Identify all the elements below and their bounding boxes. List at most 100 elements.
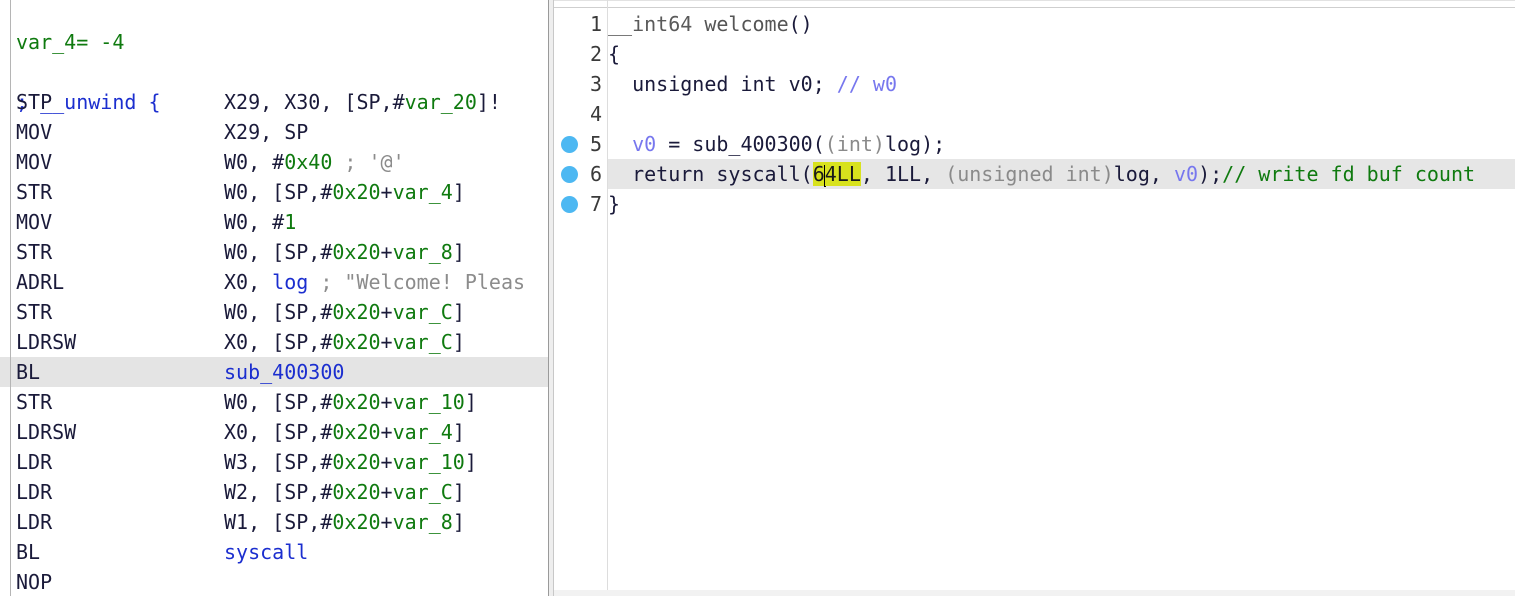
operand-token: X0, [SP,# bbox=[224, 330, 333, 354]
pseudocode-line[interactable]: 7} bbox=[554, 189, 1515, 219]
operand-token: W1, [SP,# bbox=[224, 510, 333, 534]
disasm-line[interactable]: LDRSW X0, [SP,#0x20+var_C] bbox=[0, 327, 548, 357]
code-token: () bbox=[788, 12, 813, 36]
disasm-line[interactable]: MOV W0, #0x40 ; '@' bbox=[0, 147, 548, 177]
disasm-line[interactable]: STR W0, [SP,#0x20+var_8] bbox=[0, 237, 548, 267]
code-text[interactable] bbox=[608, 99, 1515, 129]
instruction-operands: W0, #0x40 ; '@' bbox=[224, 147, 405, 177]
instruction-operands: W2, [SP,#0x20+var_C] bbox=[224, 477, 465, 507]
operand-token: + bbox=[380, 330, 393, 354]
code-token: log, bbox=[1113, 162, 1174, 186]
search-highlight: 4 bbox=[824, 162, 837, 186]
instruction-mnemonic: ADRL bbox=[16, 270, 65, 294]
operand-token: 0x20 bbox=[332, 240, 381, 264]
code-text[interactable]: return syscall(64LL, 1LL, (unsigned int)… bbox=[608, 159, 1515, 189]
instruction-operands: W0, [SP,#0x20+var_4] bbox=[224, 177, 465, 207]
disasm-line[interactable]: MOV X29, SP bbox=[0, 117, 548, 147]
operand-token: ]! bbox=[476, 90, 501, 114]
operand-token: + bbox=[380, 480, 393, 504]
horizontal-scrollbar[interactable] bbox=[554, 590, 1515, 596]
search-highlight: LL bbox=[836, 162, 861, 186]
operand-token: 0x20 bbox=[332, 450, 381, 474]
disasm-line[interactable]: STP X29, X30, [SP,#var_20]! bbox=[0, 87, 548, 117]
disasm-line[interactable]: LDR W2, [SP,#0x20+var_C] bbox=[0, 477, 548, 507]
instruction-operands: syscall bbox=[224, 537, 308, 567]
pseudocode-line[interactable]: 5 v0 = sub_400300((int)log); bbox=[554, 129, 1515, 159]
operand-token: var_4 bbox=[392, 180, 453, 204]
line-number: 2 bbox=[589, 42, 602, 66]
pseudocode-line[interactable]: 2{ bbox=[554, 39, 1515, 69]
disasm-line[interactable]: MOV W0, #1 bbox=[0, 207, 548, 237]
operand-token: 0x20 bbox=[332, 180, 381, 204]
code-text[interactable]: __int64 welcome() bbox=[608, 9, 1515, 39]
instruction-mnemonic: STR bbox=[16, 180, 53, 204]
unwind-marker-line[interactable]: ; __unwind { bbox=[0, 57, 548, 114]
operand-token: 0x20 bbox=[332, 330, 381, 354]
instruction-mnemonic: LDR bbox=[16, 450, 53, 474]
code-text[interactable]: unsigned int v0; // w0 bbox=[608, 69, 1515, 99]
pseudocode-header-border bbox=[554, 7, 1515, 8]
operand-token: + bbox=[380, 450, 393, 474]
instruction-operands: X29, X30, [SP,#var_20]! bbox=[224, 87, 501, 117]
line-number: 6 bbox=[589, 162, 602, 186]
disasm-gutter-line bbox=[10, 0, 11, 596]
pseudocode-line[interactable]: 3 unsigned int v0; // w0 bbox=[554, 69, 1515, 99]
disasm-line[interactable]: BL syscall bbox=[0, 537, 548, 567]
operand-token: + bbox=[380, 240, 393, 264]
operand-token: ] bbox=[464, 450, 477, 474]
code-token: (unsigned int) bbox=[945, 162, 1114, 186]
operand-token: W0, [SP,# bbox=[224, 180, 333, 204]
instruction-mnemonic: NOP bbox=[16, 570, 53, 594]
code-text[interactable]: v0 = sub_400300((int)log); bbox=[608, 129, 1515, 159]
operand-token: 0x20 bbox=[332, 510, 381, 534]
code-text[interactable]: { bbox=[608, 39, 1515, 69]
instruction-mnemonic: STR bbox=[16, 300, 53, 324]
disasm-line[interactable]: STR W0, [SP,#0x20+var_10] bbox=[0, 387, 548, 417]
disasm-line[interactable]: STR W0, [SP,#0x20+var_C] bbox=[0, 297, 548, 327]
disasm-line[interactable]: BL sub_400300 bbox=[0, 357, 548, 387]
operand-token: + bbox=[380, 390, 393, 414]
operand-token: ] bbox=[452, 180, 465, 204]
code-token: // write fd buf count bbox=[1222, 162, 1476, 186]
operand-token: ] bbox=[452, 330, 465, 354]
line-number: 3 bbox=[589, 72, 602, 96]
operand-token: ] bbox=[452, 480, 465, 504]
symbol-link[interactable]: syscall bbox=[224, 540, 308, 564]
disasm-line[interactable]: LDR W1, [SP,#0x20+var_8] bbox=[0, 507, 548, 537]
symbol-link[interactable]: sub_400300 bbox=[224, 360, 344, 384]
pseudocode-line[interactable]: 1 __int64 welcome() bbox=[554, 9, 1515, 39]
disasm-line[interactable]: STR W0, [SP,#0x20+var_4] bbox=[0, 177, 548, 207]
instruction-operands: W1, [SP,#0x20+var_8] bbox=[224, 507, 465, 537]
operand-token: X0, [SP,# bbox=[224, 420, 333, 444]
instruction-operands: W0, [SP,#0x20+var_8] bbox=[224, 237, 465, 267]
disasm-line[interactable]: NOP bbox=[0, 567, 548, 596]
disasm-line[interactable]: LDRSW X0, [SP,#0x20+var_4] bbox=[0, 417, 548, 447]
disasm-line[interactable]: LDR W3, [SP,#0x20+var_10] bbox=[0, 447, 548, 477]
pseudocode-line[interactable]: 6 return syscall(64LL, 1LL, (unsigned in… bbox=[554, 159, 1515, 189]
operand-token: X0, bbox=[224, 270, 273, 294]
instruction-mnemonic: MOV bbox=[16, 120, 53, 144]
instruction-mnemonic: LDR bbox=[16, 510, 53, 534]
instruction-mnemonic: BL bbox=[16, 360, 41, 384]
pseudocode-view[interactable]: 1 __int64 welcome() 2{3 unsigned int v0; /… bbox=[554, 0, 1515, 596]
instruction-mnemonic: MOV bbox=[16, 210, 53, 234]
operand-token: ] bbox=[452, 510, 465, 534]
code-token: { bbox=[608, 42, 621, 66]
operand-token: ] bbox=[452, 300, 465, 324]
line-number: 5 bbox=[589, 132, 602, 156]
disasm-line[interactable]: ADRL X0, log ; "Welcome! Pleas bbox=[0, 267, 548, 297]
code-token: (int) bbox=[824, 132, 885, 156]
disasm-partial-line[interactable]: var_4= -4 bbox=[0, 0, 548, 54]
instruction-mnemonic: BL bbox=[16, 540, 41, 564]
code-token: v0 bbox=[1173, 162, 1199, 186]
instruction-operands: W0, #1 bbox=[224, 207, 296, 237]
operand-token: var_8 bbox=[392, 510, 453, 534]
operand-token: ] bbox=[452, 240, 465, 264]
pseudocode-line[interactable]: 4 bbox=[554, 99, 1515, 129]
disassembly-view[interactable]: var_4= -4 ; __unwind { STP X29, X30, [SP,… bbox=[0, 0, 548, 596]
code-text[interactable]: } bbox=[608, 189, 1515, 219]
symbol-link[interactable]: log bbox=[272, 270, 308, 294]
instruction-mnemonic: MOV bbox=[16, 150, 53, 174]
instruction-operands: W0, [SP,#0x20+var_C] bbox=[224, 297, 465, 327]
operand-token: W3, [SP,# bbox=[224, 450, 333, 474]
